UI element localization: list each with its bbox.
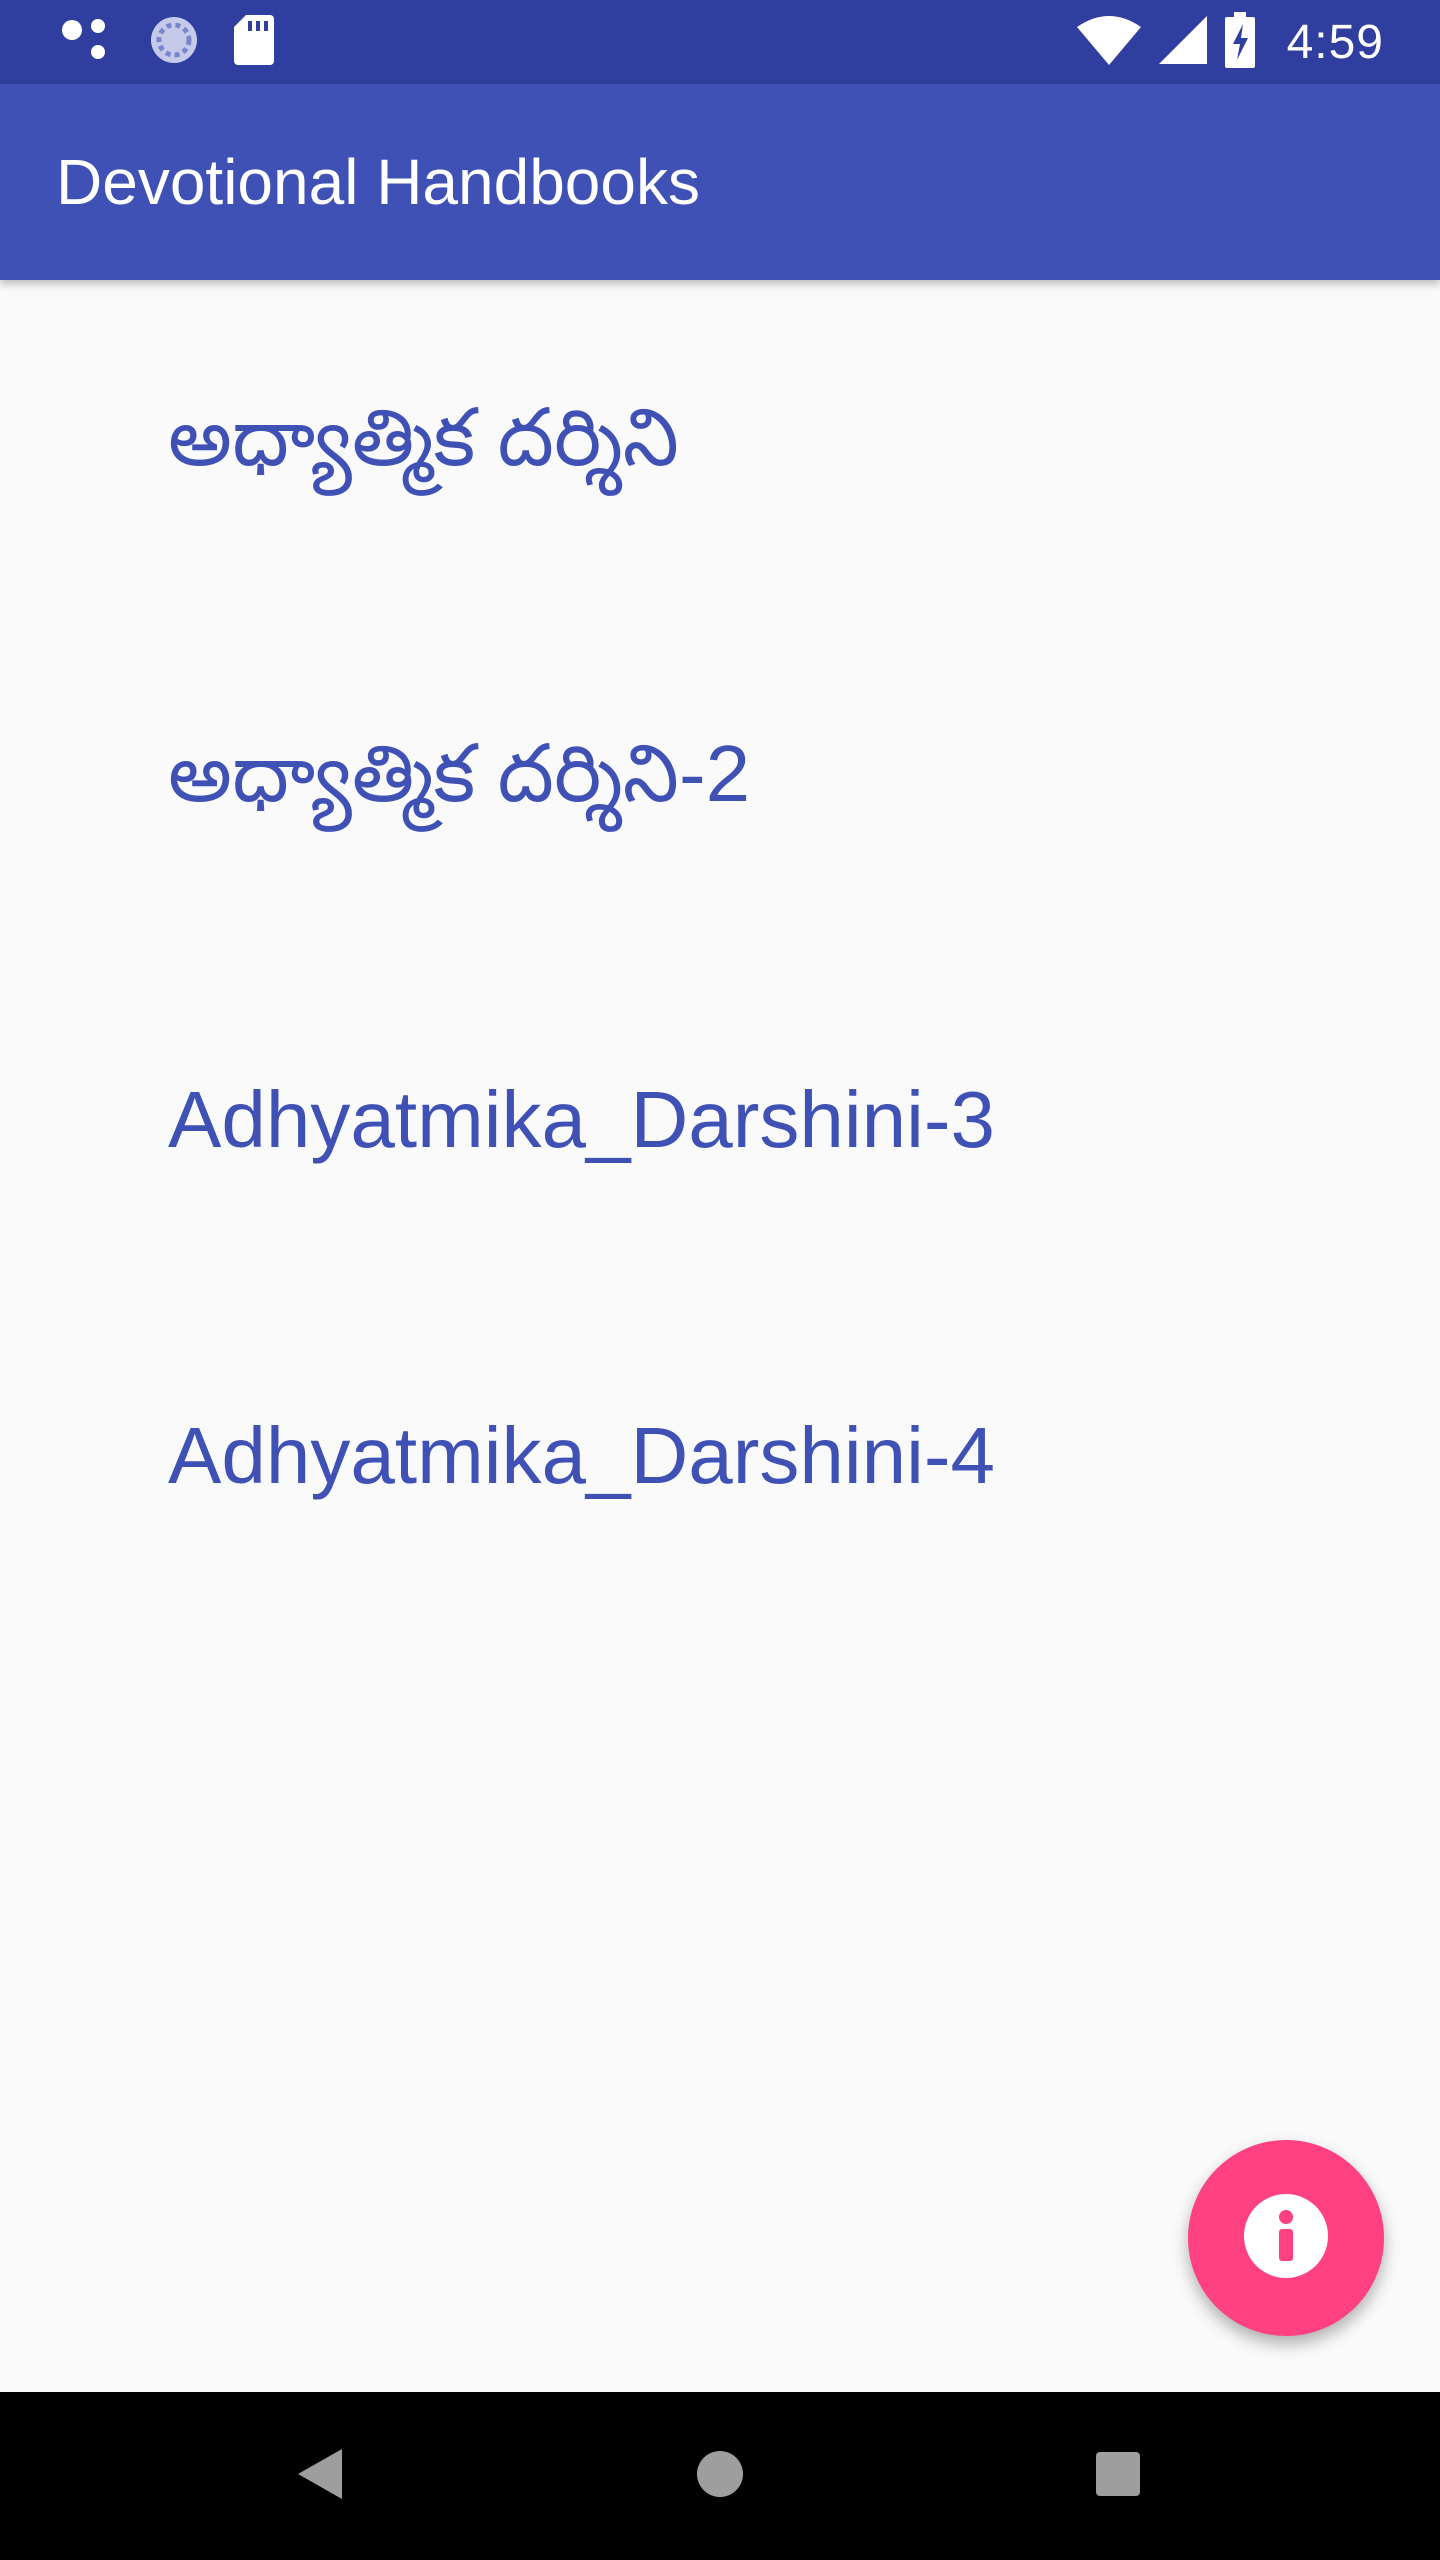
info-icon [1242, 2192, 1330, 2285]
back-icon [298, 2448, 342, 2504]
wifi-icon [1076, 15, 1141, 70]
sd-card-icon [234, 14, 274, 70]
list-item[interactable]: Adhyatmika_Darshini-3 [0, 952, 1440, 1288]
cell-signal-icon [1158, 15, 1207, 69]
app-bar: Devotional Handbooks [0, 84, 1440, 280]
list-item[interactable]: అధ్యాత్మిక దర్శిని-2 [0, 616, 1440, 952]
page-title: Devotional Handbooks [56, 146, 700, 218]
status-bar: 4:59 [0, 0, 1440, 84]
list-item[interactable]: అధ్యాత్మిక దర్శిని [0, 280, 1440, 616]
status-left-icons [60, 14, 274, 70]
notification-dots-icon [60, 16, 114, 69]
book-title: Adhyatmika_Darshini-4 [168, 1411, 996, 1500]
battery-charging-icon [1224, 11, 1255, 73]
recents-button[interactable] [1068, 2426, 1168, 2526]
status-time: 4:59 [1286, 15, 1384, 69]
home-icon [696, 2450, 744, 2503]
sync-icon [148, 14, 200, 71]
book-title: అధ్యాత్మిక దర్శిని [168, 393, 679, 482]
back-button[interactable] [270, 2426, 370, 2526]
navigation-bar [0, 2392, 1440, 2560]
book-list: అధ్యాత్మిక దర్శిని అధ్యాత్మిక దర్శిని-2 … [0, 280, 1440, 1624]
recents-icon [1096, 2451, 1140, 2501]
status-right-icons: 4:59 [1076, 11, 1384, 73]
info-button[interactable] [1188, 2140, 1384, 2336]
book-title: అధ్యాత్మిక దర్శిని-2 [168, 729, 751, 818]
home-button[interactable] [670, 2426, 770, 2526]
book-title: Adhyatmika_Darshini-3 [168, 1075, 996, 1164]
list-item[interactable]: Adhyatmika_Darshini-4 [0, 1288, 1440, 1624]
